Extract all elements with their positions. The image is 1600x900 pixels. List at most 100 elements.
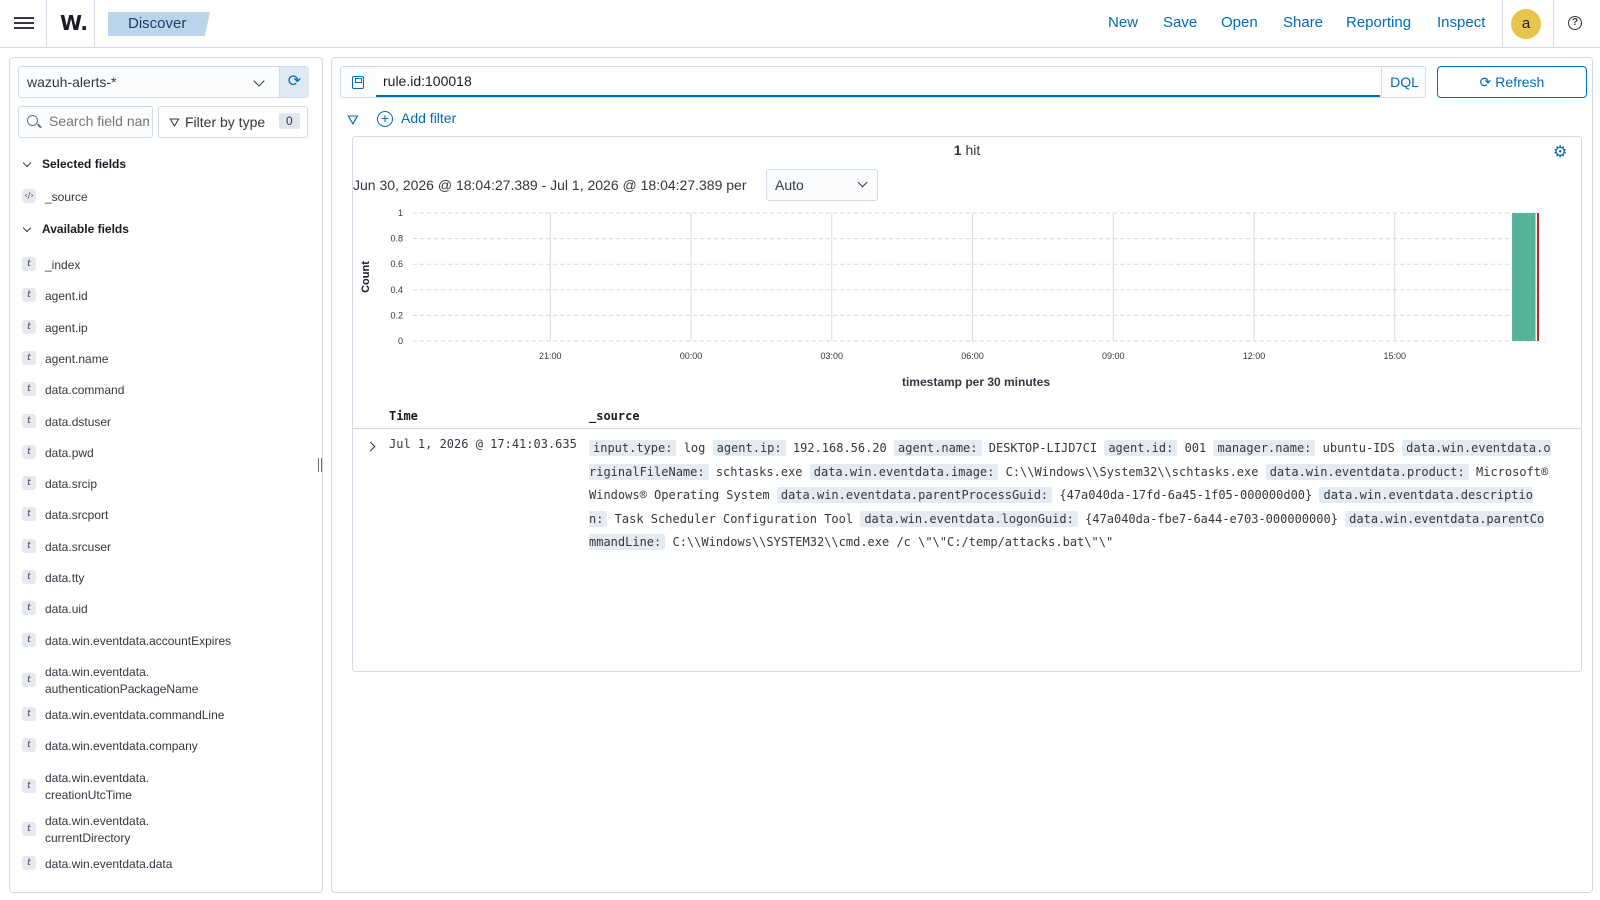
- column-header-time[interactable]: Time: [389, 409, 418, 423]
- histogram-bar: [1512, 213, 1536, 341]
- string-type-icon: t: [22, 288, 36, 303]
- hit-count: 1: [953, 142, 962, 158]
- field-name: agent.name: [45, 351, 109, 366]
- source-field-value: schtasks.exe: [708, 464, 810, 479]
- query-bar: rule.id:100018 DQL: [340, 66, 1426, 98]
- query-input[interactable]: rule.id:100018: [376, 67, 1380, 97]
- help-icon[interactable]: ?: [1568, 16, 1582, 30]
- source-field-value: ubuntu-IDS: [1315, 441, 1403, 455]
- field-name: data.pwd: [45, 445, 94, 460]
- filter-icon[interactable]: ⛛: [347, 112, 359, 129]
- field-name: data.dstuser: [45, 414, 112, 429]
- string-type-icon: t: [22, 821, 36, 836]
- divider: [94, 0, 95, 48]
- string-type-icon: t: [22, 738, 36, 753]
- query-language-button[interactable]: DQL: [1381, 67, 1427, 97]
- app-logo[interactable]: W.: [60, 11, 88, 35]
- string-type-icon: t: [22, 706, 36, 721]
- source-field-value: {47a040da-17fd-6a45-1f05-000000d00}: [1052, 488, 1320, 502]
- string-type-icon: t: [22, 476, 36, 491]
- string-type-icon: t: [22, 257, 36, 271]
- share-button[interactable]: Share: [1283, 14, 1323, 31]
- string-type-icon: t: [22, 538, 36, 553]
- source-field-key: data.win.eventdata.image:: [809, 463, 999, 480]
- divider: [1553, 0, 1554, 48]
- field-name: data.win.eventdata. authenticationPackag…: [45, 664, 199, 696]
- x-tick-label: 15:00: [1384, 351, 1407, 361]
- filter-by-type-label: Filter by type: [185, 114, 266, 130]
- row-time: Jul 1, 2026 @ 17:41:03.635: [389, 437, 577, 451]
- source-field-key: manager.name:: [1213, 440, 1316, 456]
- filter-icon: ⛛: [169, 115, 180, 130]
- source-field-value: DESKTOP-LIJD7CI: [981, 441, 1105, 455]
- saved-query-icon[interactable]: [352, 76, 364, 89]
- field-search-input[interactable]: [49, 113, 149, 129]
- field-name: data.win.eventdata. currentDirectory: [45, 813, 150, 845]
- selected-fields-title: Selected fields: [42, 157, 127, 171]
- time-range: Jun 30, 2026 @ 18:04:27.389 - Jul 1, 202…: [353, 177, 747, 193]
- x-tick-label: 06:00: [961, 351, 984, 361]
- source-field-key: agent.ip:: [712, 440, 786, 456]
- menu-icon[interactable]: [14, 14, 34, 34]
- refresh-icon: ⟳: [1479, 74, 1496, 90]
- index-pattern-select[interactable]: wazuh-alerts-* ⟳: [18, 66, 309, 98]
- add-filter-button[interactable]: + Add filter: [377, 110, 456, 127]
- source-field-key: data.win.eventdata.logonGuid:: [860, 510, 1078, 527]
- divider: [1502, 0, 1503, 48]
- source-field-key: agent.name:: [894, 440, 982, 456]
- field-name: agent.id: [45, 289, 88, 304]
- field-name: data.tty: [45, 571, 85, 585]
- x-tick-label: 03:00: [821, 351, 844, 361]
- field-name: data.win.eventdata.data: [45, 856, 173, 871]
- string-type-icon: t: [22, 382, 36, 397]
- y-tick-label: 0.8: [390, 234, 403, 244]
- field-sidebar: wazuh-alerts-* ⟳ ⛛ Filter by type 0 Sele…: [9, 57, 323, 893]
- string-type-icon: t: [22, 444, 36, 459]
- inspect-button[interactable]: Inspect: [1437, 14, 1485, 31]
- field-name: data.srcip: [45, 477, 98, 492]
- field-name: data.win.eventdata.company: [45, 739, 198, 754]
- field-name: agent.ip: [45, 320, 88, 335]
- interval-select[interactable]: Auto: [766, 169, 878, 201]
- breadcrumb: Discover: [108, 12, 210, 36]
- refresh-label: Refresh: [1495, 74, 1545, 90]
- string-type-icon: t: [22, 350, 36, 365]
- avatar[interactable]: a: [1511, 9, 1541, 39]
- column-header-source[interactable]: _source: [589, 409, 640, 423]
- chevron-down-icon: [253, 75, 265, 87]
- main-panel: rule.id:100018 DQL ⟳ Refresh ⛛ + Add filt…: [331, 57, 1593, 893]
- available-fields-toggle[interactable]: Available fields: [22, 222, 129, 236]
- add-filter-label: Add filter: [401, 110, 457, 126]
- gear-icon[interactable]: ⚙: [1553, 142, 1567, 162]
- filter-count-badge: 0: [279, 113, 300, 129]
- index-pattern-value: wazuh-alerts-*: [27, 74, 117, 90]
- field-name: data.win.eventdata.accountExpires: [45, 633, 232, 648]
- source-field-value: C:\\Windows\\System32\\schtasks.exe: [998, 464, 1266, 479]
- new-button[interactable]: New: [1108, 14, 1138, 31]
- string-type-icon: t: [22, 570, 36, 584]
- row-source: input.type: log agent.ip: 192.168.56.20 …: [589, 437, 1551, 555]
- filter-by-type-button[interactable]: ⛛ Filter by type 0: [158, 106, 308, 138]
- open-button[interactable]: Open: [1221, 14, 1258, 31]
- y-tick-label: 0.4: [390, 285, 403, 295]
- save-button[interactable]: Save: [1163, 14, 1197, 31]
- field-name: data.srcuser: [45, 539, 112, 554]
- hit-counter: 1 hit: [353, 142, 1581, 158]
- sidebar-resize-handle[interactable]: [318, 458, 322, 472]
- search-icon: [27, 115, 38, 126]
- source-field-key: agent.id:: [1104, 440, 1178, 456]
- x-tick-label: 09:00: [1102, 351, 1125, 361]
- expand-row-icon[interactable]: [365, 441, 376, 452]
- reporting-button[interactable]: Reporting: [1346, 14, 1411, 31]
- source-field-value: log: [676, 441, 713, 455]
- field-name: _index: [45, 258, 81, 272]
- x-axis-label: timestamp per 30 minutes: [902, 375, 1050, 389]
- y-tick-label: 0.2: [390, 310, 403, 320]
- hit-label: hit: [965, 142, 981, 158]
- refresh-index-icon[interactable]: ⟳: [279, 67, 309, 97]
- string-type-icon: t: [22, 319, 36, 334]
- selected-fields-toggle[interactable]: Selected fields: [22, 157, 127, 171]
- refresh-button[interactable]: ⟳ Refresh: [1437, 66, 1587, 98]
- plus-icon: +: [377, 111, 393, 127]
- source-field-key: data.win.eventdata.parentProcessGuid:: [776, 487, 1053, 503]
